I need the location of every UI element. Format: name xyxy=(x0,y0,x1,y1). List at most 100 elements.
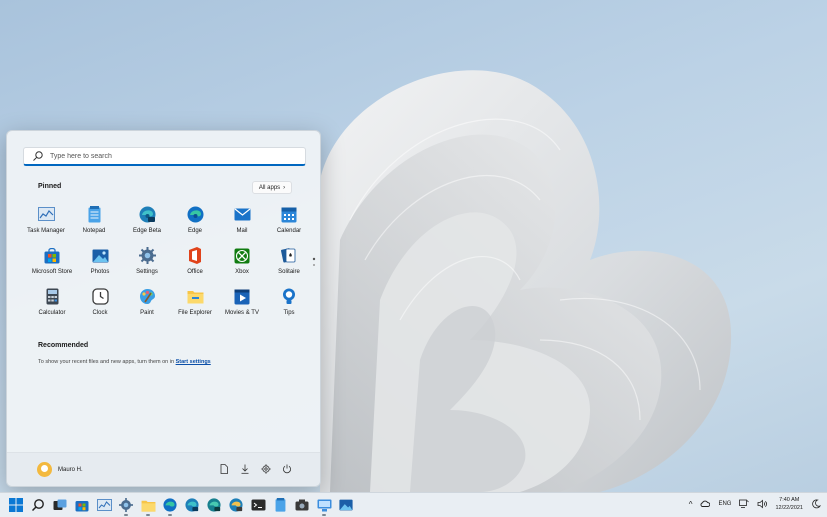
solitaire-icon xyxy=(281,247,298,264)
app-label: Task Manager xyxy=(27,228,65,234)
start-button[interactable] xyxy=(8,497,24,513)
start-menu-footer: Mauro H. xyxy=(7,452,320,486)
page-indicator[interactable] xyxy=(312,256,316,268)
running-indicator xyxy=(124,514,128,516)
pinned-heading: Pinned xyxy=(38,183,62,190)
chevron-right-icon: › xyxy=(283,184,286,191)
footer-shortcuts xyxy=(219,464,292,474)
remote-desktop-icon xyxy=(317,499,331,511)
taskbar-terminal-button[interactable] xyxy=(250,497,266,513)
recommended-message: To show your recent files and new apps, … xyxy=(38,359,211,365)
calendar-icon xyxy=(281,206,298,223)
all-apps-label: All apps xyxy=(258,184,281,191)
taskbar-file-explorer-button[interactable] xyxy=(140,497,156,516)
photos-icon xyxy=(92,247,109,264)
volume-icon[interactable] xyxy=(757,499,768,509)
movies-play-icon xyxy=(234,288,251,305)
task-view-button[interactable] xyxy=(52,497,68,513)
app-label: File Explorer xyxy=(178,310,212,316)
power-icon[interactable] xyxy=(282,464,292,474)
app-label: Settings xyxy=(136,269,158,275)
onedrive-cloud-icon[interactable] xyxy=(700,499,711,509)
terminal-icon xyxy=(251,499,265,511)
taskbar-settings-button[interactable] xyxy=(118,497,134,516)
avatar xyxy=(37,462,52,477)
taskbar-camera-button[interactable] xyxy=(294,497,310,513)
tips-lightbulb-icon xyxy=(281,288,298,305)
focus-assist-moon-icon[interactable] xyxy=(811,499,821,509)
edge-canary-icon xyxy=(229,498,243,512)
recommended-heading: Recommended xyxy=(38,342,89,349)
user-account-button[interactable]: Mauro H. xyxy=(37,462,83,477)
chevron-up-icon[interactable]: ^ xyxy=(689,500,693,509)
app-tips[interactable]: Tips xyxy=(260,288,318,324)
app-label: Paint xyxy=(140,310,154,316)
store-icon xyxy=(75,501,89,512)
app-label: Solitaire xyxy=(278,269,300,275)
store-icon xyxy=(44,247,61,264)
app-notepad[interactable]: Notepad xyxy=(65,206,123,242)
photos-icon xyxy=(339,499,353,511)
app-label: Notepad xyxy=(82,228,106,234)
system-tray: ^ ENG 7:40 AM 12/22/2021 xyxy=(689,496,821,512)
app-label: Microsoft Store xyxy=(31,269,73,275)
settings-gear-icon[interactable] xyxy=(261,464,271,474)
camera-icon xyxy=(295,499,309,511)
settings-gear-icon xyxy=(119,498,133,512)
edge-beta-icon xyxy=(139,206,156,223)
clock-time: 7:40 AM xyxy=(779,497,800,503)
edge-beta-icon xyxy=(185,498,199,512)
app-solitaire[interactable]: Solitaire xyxy=(260,247,318,283)
app-label: Photos xyxy=(90,269,110,275)
running-indicator xyxy=(146,514,150,516)
search-icon xyxy=(31,499,44,512)
settings-gear-icon xyxy=(138,247,156,264)
taskbar-search-button[interactable] xyxy=(30,497,46,513)
app-label: Clock xyxy=(92,310,108,316)
app-label: Calendar xyxy=(276,228,302,234)
taskbar-notepad-button[interactable] xyxy=(272,497,288,513)
taskbar-apps xyxy=(8,497,354,516)
clock-date: 12/22/2021 xyxy=(775,505,803,511)
app-label: Edge Beta xyxy=(132,228,162,234)
running-indicator xyxy=(168,514,172,516)
downloads-icon[interactable] xyxy=(240,464,250,474)
edge-dev-icon xyxy=(207,498,221,512)
documents-icon[interactable] xyxy=(219,464,229,474)
app-label: Mail xyxy=(236,228,248,234)
taskbar-edge-beta-button[interactable] xyxy=(184,497,200,513)
app-label: Tips xyxy=(283,310,295,316)
taskbar-photos-button[interactable] xyxy=(338,497,354,513)
taskbar-edge-canary-button[interactable] xyxy=(228,497,244,513)
user-name: Mauro H. xyxy=(58,466,83,473)
language-indicator[interactable]: ENG xyxy=(718,501,731,507)
app-label: Office xyxy=(187,269,203,275)
taskbar-task-manager-button[interactable] xyxy=(96,497,112,513)
app-calendar[interactable]: Calendar xyxy=(260,206,318,242)
task-manager-icon xyxy=(37,206,55,223)
start-settings-link[interactable]: Start settings xyxy=(176,359,211,365)
clock[interactable]: 7:40 AM 12/22/2021 xyxy=(775,496,803,512)
taskbar-edge-button[interactable] xyxy=(162,497,178,516)
search-input[interactable] xyxy=(50,152,290,160)
app-label: Edge xyxy=(187,228,202,234)
app-label: Calculator xyxy=(38,310,66,316)
app-label: Movies & TV xyxy=(225,310,259,316)
mail-icon xyxy=(234,206,251,223)
search-icon xyxy=(33,151,43,161)
all-apps-button[interactable]: All apps › xyxy=(252,181,292,194)
running-indicator xyxy=(322,514,326,516)
paint-icon xyxy=(139,288,156,305)
folder-icon xyxy=(141,500,155,512)
search-box[interactable] xyxy=(23,147,306,166)
xbox-icon xyxy=(234,247,251,264)
calculator-icon xyxy=(44,288,61,305)
windows-logo-icon xyxy=(9,498,23,512)
clock-icon xyxy=(91,288,109,305)
edge-icon xyxy=(187,206,204,223)
task-manager-icon xyxy=(96,499,112,511)
taskbar-remote-desktop-button[interactable] xyxy=(316,497,332,516)
taskbar-edge-dev-button[interactable] xyxy=(206,497,222,513)
network-icon[interactable] xyxy=(739,499,750,509)
taskbar-store-button[interactable] xyxy=(74,497,90,513)
